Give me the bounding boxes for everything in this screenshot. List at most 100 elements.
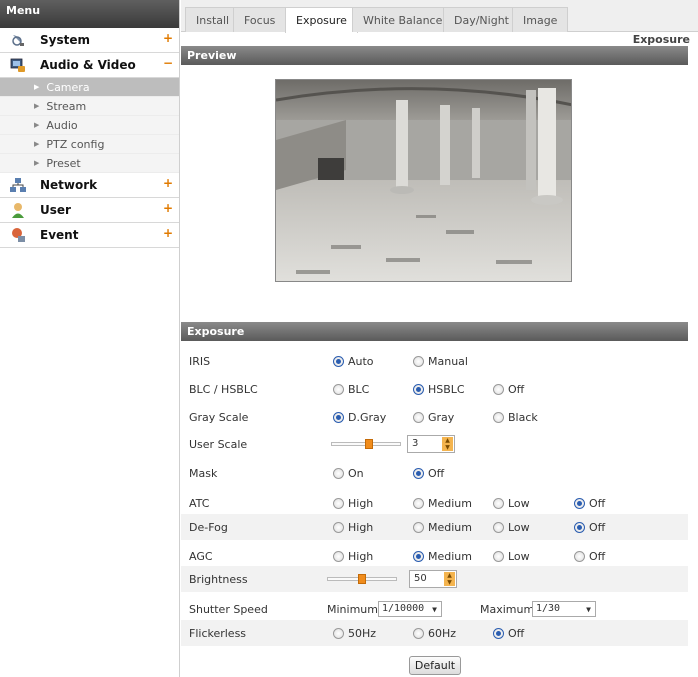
tab-focus[interactable]: Focus [233, 7, 287, 32]
radio-selected-icon[interactable] [413, 468, 424, 479]
arrow-right-icon: ▶ [34, 159, 40, 167]
radio-icon[interactable] [493, 522, 504, 533]
radio-selected-icon[interactable] [333, 412, 344, 423]
sidebar-item-user[interactable]: User + [0, 198, 179, 223]
defog-low-radio[interactable]: Low [493, 521, 530, 534]
gray-scale-dgray-radio[interactable]: D.Gray [333, 411, 386, 424]
agc-off-radio[interactable]: Off [574, 550, 605, 563]
tab-install[interactable]: Install [185, 7, 241, 32]
arrow-down-icon[interactable]: ▼ [444, 579, 455, 586]
radio-selected-icon[interactable] [574, 522, 585, 533]
radio-icon[interactable] [333, 468, 344, 479]
radio-icon[interactable] [333, 551, 344, 562]
radio-icon[interactable] [333, 498, 344, 509]
page-title: Exposure [632, 33, 690, 46]
blc-off-radio[interactable]: Off [493, 383, 524, 396]
mask-on-radio[interactable]: On [333, 467, 364, 480]
arrow-up-icon[interactable]: ▲ [444, 572, 455, 579]
radio-icon[interactable] [413, 498, 424, 509]
user-scale-label: User Scale [189, 438, 248, 451]
iris-manual-radio[interactable]: Manual [413, 355, 468, 368]
expand-icon[interactable]: + [163, 226, 173, 240]
brightness-stepper[interactable]: 50 ▲ ▼ [409, 570, 457, 588]
radio-selected-icon[interactable] [574, 498, 585, 509]
sidebar-subitem-stream[interactable]: ▶ Stream [0, 97, 179, 116]
flickerless-50hz-radio[interactable]: 50Hz [333, 627, 376, 640]
stepper-buttons[interactable]: ▲ ▼ [444, 572, 455, 586]
blc-hsblc-radio[interactable]: HSBLC [413, 383, 465, 396]
blc-blc-radio[interactable]: BLC [333, 383, 369, 396]
arrow-up-icon[interactable]: ▲ [442, 437, 453, 444]
user-scale-row: User Scale 3 ▲ ▼ [181, 431, 688, 457]
arrow-down-icon[interactable]: ▼ [442, 444, 453, 451]
radio-selected-icon[interactable] [413, 551, 424, 562]
radio-icon[interactable] [413, 628, 424, 639]
collapse-icon[interactable]: − [163, 56, 173, 70]
radio-selected-icon[interactable] [413, 384, 424, 395]
expand-icon[interactable]: + [163, 201, 173, 215]
user-scale-slider[interactable] [331, 439, 401, 449]
radio-icon[interactable] [493, 498, 504, 509]
flickerless-off-radio[interactable]: Off [493, 627, 524, 640]
atc-off-radio[interactable]: Off [574, 497, 605, 510]
expand-icon[interactable]: + [163, 176, 173, 190]
radio-icon[interactable] [333, 522, 344, 533]
shutter-min-select[interactable]: 1/10000 ▼ [378, 601, 442, 617]
user-scale-stepper[interactable]: 3 ▲ ▼ [407, 435, 455, 453]
radio-selected-icon[interactable] [333, 356, 344, 367]
defog-label: De-Fog [189, 521, 228, 534]
radio-icon[interactable] [333, 384, 344, 395]
tab-image[interactable]: Image [512, 7, 569, 32]
expand-icon[interactable]: + [163, 31, 173, 45]
arrow-right-icon: ▶ [34, 140, 40, 148]
mask-off-radio[interactable]: Off [413, 467, 444, 480]
agc-medium-radio[interactable]: Medium [413, 550, 472, 563]
agc-high-radio[interactable]: High [333, 550, 373, 563]
gray-scale-row: Gray Scale D.Gray Gray Black [181, 404, 688, 430]
sidebar-subitem-preset[interactable]: ▶ Preset [0, 154, 179, 173]
gray-scale-gray-radio[interactable]: Gray [413, 411, 454, 424]
tab-white-balance[interactable]: White Balance [352, 7, 454, 32]
defog-high-radio[interactable]: High [333, 521, 373, 534]
slider-thumb[interactable] [365, 439, 373, 449]
radio-icon[interactable] [333, 628, 344, 639]
gray-scale-black-radio[interactable]: Black [493, 411, 538, 424]
radio-icon[interactable] [413, 356, 424, 367]
stepper-buttons[interactable]: ▲ ▼ [442, 437, 453, 451]
tab-day-night[interactable]: Day/Night [443, 7, 520, 32]
sidebar-item-network[interactable]: Network + [0, 173, 179, 198]
flickerless-60hz-radio[interactable]: 60Hz [413, 627, 456, 640]
radio-icon[interactable] [574, 551, 585, 562]
defog-off-radio[interactable]: Off [574, 521, 605, 534]
radio-icon[interactable] [493, 384, 504, 395]
radio-icon[interactable] [493, 551, 504, 562]
sidebar-item-audio-video[interactable]: Audio & Video − [0, 53, 179, 78]
iris-label: IRIS [189, 355, 211, 368]
brightness-label: Brightness [189, 573, 248, 586]
sidebar-subitem-camera[interactable]: ▶ Camera [0, 78, 179, 97]
defog-medium-radio[interactable]: Medium [413, 521, 472, 534]
arrow-right-icon: ▶ [34, 83, 40, 91]
sidebar-menu: Menu System + Audio & Video − ▶ Camera ▶… [0, 0, 180, 677]
shutter-max-select[interactable]: 1/30 ▼ [532, 601, 596, 617]
sidebar-subitem-ptz-config[interactable]: ▶ PTZ config [0, 135, 179, 154]
user-icon [10, 202, 26, 218]
network-icon [10, 177, 26, 193]
slider-thumb[interactable] [358, 574, 366, 584]
brightness-slider[interactable] [327, 574, 397, 584]
sidebar-subitem-audio[interactable]: ▶ Audio [0, 116, 179, 135]
agc-low-radio[interactable]: Low [493, 550, 530, 563]
radio-selected-icon[interactable] [493, 628, 504, 639]
atc-low-radio[interactable]: Low [493, 497, 530, 510]
tab-exposure[interactable]: Exposure [285, 7, 358, 33]
sidebar-item-system[interactable]: System + [0, 28, 179, 53]
default-button[interactable]: Default [409, 656, 461, 675]
atc-high-radio[interactable]: High [333, 497, 373, 510]
radio-icon[interactable] [493, 412, 504, 423]
radio-icon[interactable] [413, 412, 424, 423]
atc-medium-radio[interactable]: Medium [413, 497, 472, 510]
sidebar-item-event[interactable]: Event + [0, 223, 179, 248]
radio-icon[interactable] [413, 522, 424, 533]
camera-monitor-icon [10, 57, 26, 73]
iris-auto-radio[interactable]: Auto [333, 355, 374, 368]
